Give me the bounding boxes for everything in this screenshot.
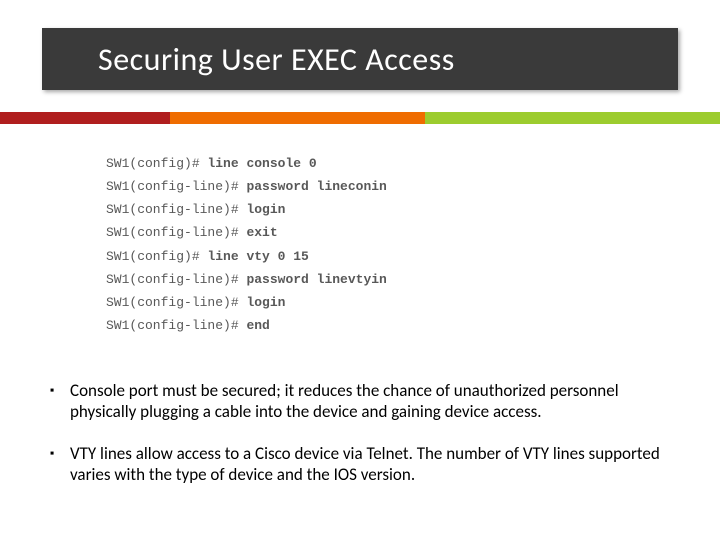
stripe-segment-red [0, 112, 170, 124]
cli-code-block: SW1(config)# line console 0 SW1(config-l… [106, 152, 660, 337]
cli-command: end [246, 318, 269, 333]
code-line: SW1(config-line)# login [106, 198, 660, 221]
code-line: SW1(config-line)# login [106, 291, 660, 314]
cli-command: password linevtyin [246, 272, 386, 287]
cli-prompt: SW1(config-line)# [106, 318, 239, 333]
slide-title: Securing User EXEC Access [98, 40, 455, 79]
code-line: SW1(config-line)# exit [106, 221, 660, 244]
code-line: SW1(config)# line vty 0 15 [106, 245, 660, 268]
bullet-item: ▪ Console port must be secured; it reduc… [48, 380, 678, 423]
cli-prompt: SW1(config)# [106, 156, 200, 171]
cli-prompt: SW1(config-line)# [106, 295, 239, 310]
cli-command: login [246, 295, 285, 310]
cli-command: exit [246, 225, 277, 240]
bullet-text: VTY lines allow access to a Cisco device… [70, 443, 678, 486]
code-line: SW1(config-line)# password linevtyin [106, 268, 660, 291]
stripe-segment-green [425, 112, 720, 124]
title-bar: Securing User EXEC Access [42, 28, 678, 90]
stripe-segment-orange [170, 112, 425, 124]
bullet-square-icon: ▪ [48, 443, 70, 465]
code-line: SW1(config)# line console 0 [106, 152, 660, 175]
code-line: SW1(config-line)# password lineconin [106, 175, 660, 198]
code-line: SW1(config-line)# end [106, 314, 660, 337]
cli-command: line console 0 [207, 156, 316, 171]
accent-stripe [0, 112, 720, 124]
bullet-list: ▪ Console port must be secured; it reduc… [48, 380, 678, 505]
cli-command: line vty 0 15 [207, 249, 308, 264]
cli-command: login [246, 202, 285, 217]
cli-prompt: SW1(config-line)# [106, 225, 239, 240]
cli-prompt: SW1(config-line)# [106, 202, 239, 217]
cli-prompt: SW1(config)# [106, 249, 200, 264]
bullet-square-icon: ▪ [48, 380, 70, 402]
cli-command: password lineconin [246, 179, 386, 194]
bullet-item: ▪ VTY lines allow access to a Cisco devi… [48, 443, 678, 486]
cli-prompt: SW1(config-line)# [106, 272, 239, 287]
cli-prompt: SW1(config-line)# [106, 179, 239, 194]
bullet-text: Console port must be secured; it reduces… [70, 380, 678, 423]
